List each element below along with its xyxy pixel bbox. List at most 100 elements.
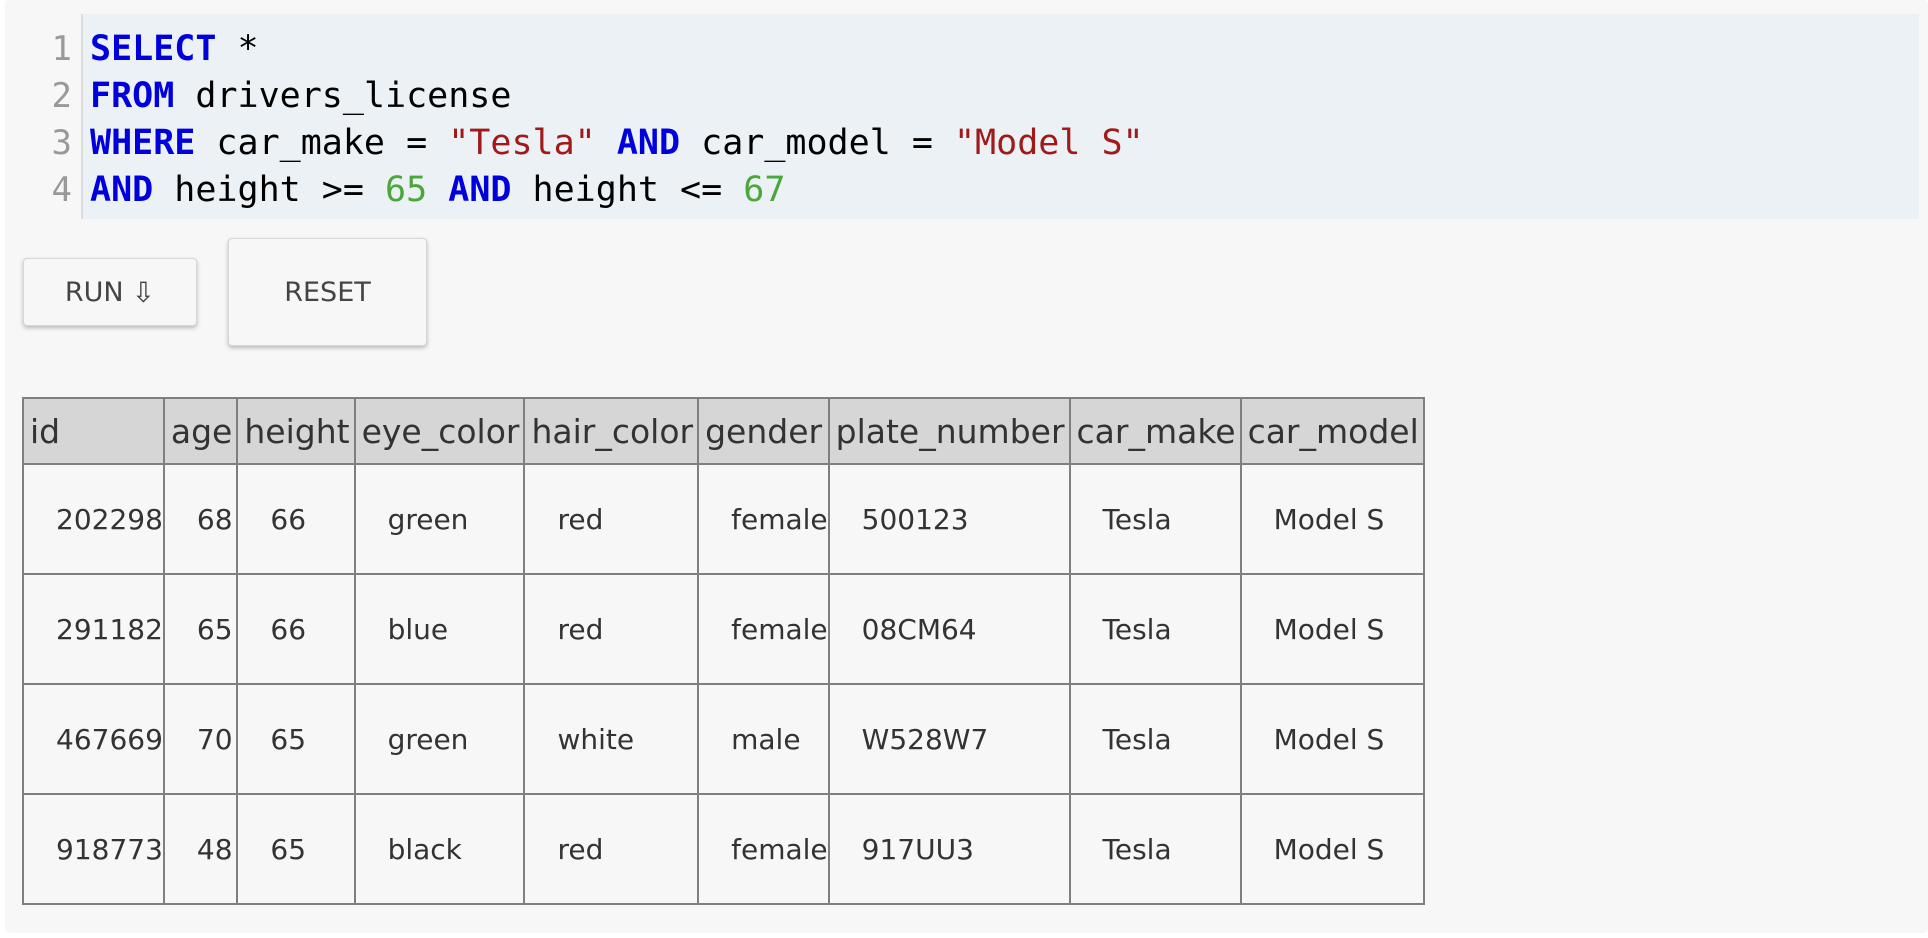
code-line[interactable]: FROM drivers_license <box>90 73 1144 120</box>
cell-value: red <box>557 502 604 536</box>
cell-value: 68 <box>196 502 233 536</box>
cell-value: 65 <box>196 612 233 646</box>
cell-value: 65 <box>270 722 307 756</box>
cell-value: Model S <box>1273 832 1385 866</box>
cell-value: 70 <box>196 722 233 756</box>
table-row: 467669 70 65 green white male W528W7 Tesla Model… <box>22 683 1425 795</box>
cell-value: Tesla <box>1102 502 1172 536</box>
sql-string: "Tesla" <box>448 123 596 163</box>
table-cell: Tesla <box>1068 683 1242 795</box>
column-header-height: height <box>236 397 356 465</box>
code-line[interactable]: WHERE car_make = "Tesla" AND car_model =… <box>90 120 1144 167</box>
cell-value: green <box>387 502 469 536</box>
sql-number: 65 <box>385 170 428 210</box>
cell-value: 08CM64 <box>861 612 977 646</box>
table-cell: 48 <box>162 793 239 905</box>
sql-text: drivers_license <box>174 76 512 116</box>
table-cell: 66 <box>236 463 356 575</box>
sql-code-area[interactable]: SELECT * FROM drivers_license WHERE car_ma… <box>83 14 1144 219</box>
table-cell: red <box>523 463 700 575</box>
table-body: 202298 68 66 green red female 500123 Tesla Model… <box>22 463 1425 905</box>
table-cell: red <box>523 573 700 685</box>
column-header-car-make: car_make <box>1068 397 1242 465</box>
table-cell: blue <box>353 573 526 685</box>
table-cell: 917UU3 <box>827 793 1071 905</box>
cell-value: Model S <box>1273 722 1385 756</box>
run-button-label: RUN <box>64 276 124 308</box>
column-header-id: id <box>22 397 165 465</box>
cell-value: female <box>731 832 828 866</box>
table-cell: 918773 <box>22 793 165 905</box>
cell-value: 918773 <box>56 832 163 866</box>
cell-value: W528W7 <box>861 722 989 756</box>
table-cell: Tesla <box>1068 463 1242 575</box>
cell-value: blue <box>387 612 449 646</box>
table-cell: 202298 <box>22 463 165 575</box>
table-cell: 291182 <box>22 573 165 685</box>
sql-editor[interactable]: 1234 SELECT * FROM drivers_license WHERE c… <box>25 14 1919 219</box>
sql-text: car_model = <box>680 123 954 163</box>
table-cell: female <box>697 573 830 685</box>
sql-text: height >= <box>153 170 386 210</box>
reset-button[interactable]: RESET <box>228 238 427 346</box>
table-header-row: id age height eye_color hair_color gender plat… <box>22 397 1425 465</box>
column-header-hair-color: hair_color <box>523 397 700 465</box>
cell-value: 202298 <box>56 502 163 536</box>
code-line[interactable]: SELECT * <box>90 26 1144 73</box>
reset-button-label: RESET <box>284 276 371 308</box>
cell-value: 500123 <box>861 502 969 536</box>
sql-text: height <= <box>511 170 744 210</box>
table-row: 918773 48 65 black red female 917UU3 Tesla Model… <box>22 793 1425 905</box>
sql-string: "Model S" <box>953 123 1144 163</box>
line-number: 3 <box>51 123 72 163</box>
sql-keyword: AND <box>616 123 681 163</box>
sql-keyword: AND <box>448 170 512 210</box>
line-number: 1 <box>51 29 72 69</box>
table-cell: Model S <box>1239 683 1425 795</box>
table-cell: male <box>697 683 830 795</box>
arrow-down-icon: ⇩ <box>131 275 156 309</box>
cell-value: red <box>557 832 604 866</box>
run-button[interactable]: RUN ⇩ <box>23 258 197 326</box>
table-cell: 68 <box>162 463 239 575</box>
cell-value: Tesla <box>1102 612 1172 646</box>
table-cell: female <box>697 463 830 575</box>
column-header-age: age <box>162 397 239 465</box>
cell-value: Model S <box>1273 502 1385 536</box>
sql-number: 67 <box>743 170 786 210</box>
sql-keyword: FROM <box>90 76 175 116</box>
table-cell: black <box>353 793 526 905</box>
table-cell: 66 <box>236 573 356 685</box>
table-cell: female <box>697 793 830 905</box>
cell-value: white <box>557 722 635 756</box>
cell-value: red <box>557 612 604 646</box>
table-row: 291182 65 66 blue red female 08CM64 Tesla Model … <box>22 573 1425 685</box>
sql-text: * <box>216 29 259 69</box>
table-cell: 500123 <box>827 463 1071 575</box>
code-line[interactable]: AND height >= 65 AND height <= 67 <box>90 167 1144 214</box>
column-header-car-model: car_model <box>1239 397 1425 465</box>
column-header-plate-number: plate_number <box>827 397 1071 465</box>
table-cell: 08CM64 <box>827 573 1071 685</box>
table-cell: Tesla <box>1068 793 1242 905</box>
cell-value: 66 <box>270 502 307 536</box>
table-cell: Model S <box>1239 573 1425 685</box>
line-number-gutter: 1 2 3 4 <box>25 14 83 219</box>
table-row: 202298 68 66 green red female 500123 Tesla Model… <box>22 463 1425 575</box>
table-cell: 65 <box>162 573 239 685</box>
sql-keyword: SELECT <box>90 29 217 69</box>
cell-value: female <box>731 502 828 536</box>
table-cell: white <box>523 683 700 795</box>
table-cell: red <box>523 793 700 905</box>
results-table: id age height eye_color hair_color gender plat… <box>22 397 1425 905</box>
cell-value: green <box>387 722 469 756</box>
cell-value: Tesla <box>1102 722 1172 756</box>
sql-exercise-panel: 1234 SELECT * FROM drivers_license WHERE c… <box>5 0 1928 933</box>
table-cell: Tesla <box>1068 573 1242 685</box>
table-cell: W528W7 <box>827 683 1071 795</box>
cell-value: 66 <box>270 612 307 646</box>
table-cell: Model S <box>1239 793 1425 905</box>
sql-text: car_make = <box>195 123 449 163</box>
sql-keyword: AND <box>90 170 154 210</box>
